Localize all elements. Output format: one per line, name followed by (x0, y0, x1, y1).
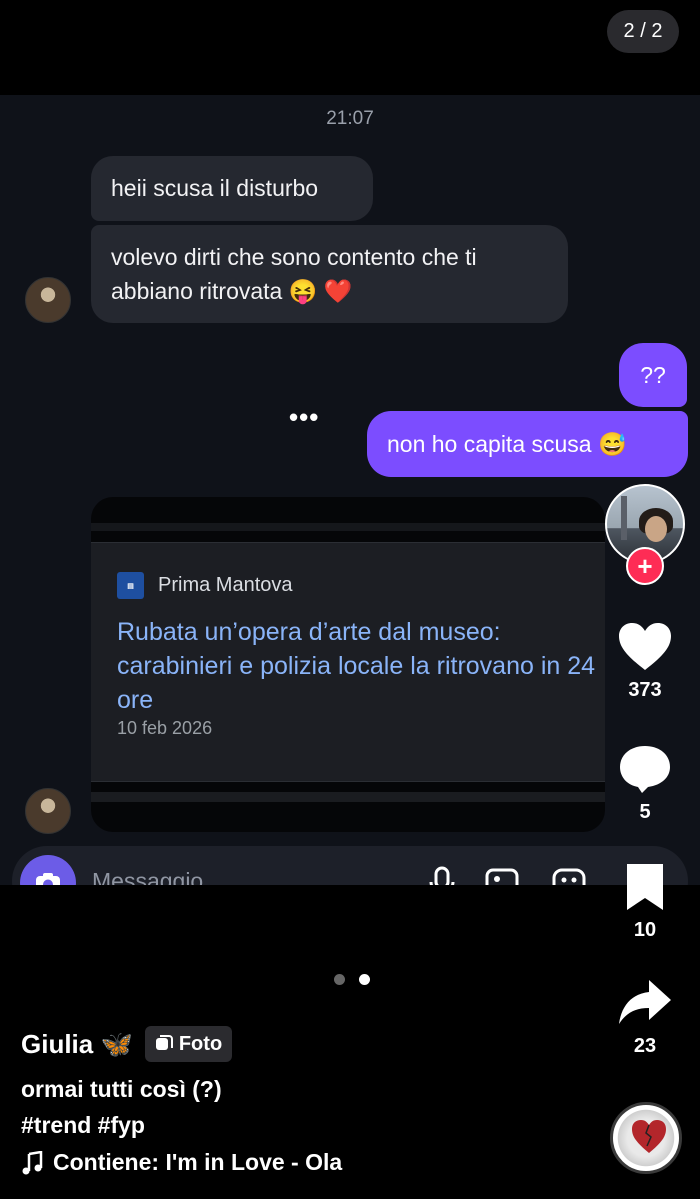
sender-avatar (25, 788, 71, 834)
bookmark-icon (627, 864, 663, 910)
share-arrow-icon (619, 980, 671, 1024)
news-source-row: ▤ Prima Mantova (117, 572, 293, 599)
broken-heart-icon (632, 1120, 666, 1153)
music-title: Contiene: I'm in Love - Ola (53, 1149, 343, 1175)
card-divider (91, 792, 605, 802)
outgoing-message: non ho capita scusa 😅 (367, 411, 688, 477)
music-row[interactable]: Contiene: I'm in Love - Ola (21, 1149, 342, 1176)
carousel-dot[interactable] (334, 974, 345, 985)
comment-button[interactable]: 5 (605, 744, 685, 824)
news-headline: Rubata un’opera d’arte dal museo: carabi… (117, 618, 596, 714)
outgoing-message: ?? (619, 343, 687, 407)
carousel-dot-active[interactable] (359, 974, 370, 985)
photo-badge-label: Foto (178, 1032, 223, 1055)
bookmark-button[interactable]: 10 (605, 862, 685, 942)
post-caption[interactable]: ormai tutti così (?) #trend #fyp (21, 1071, 222, 1143)
incoming-message: volevo dirti che sono contento che ti ab… (91, 225, 568, 323)
follow-plus-icon[interactable]: + (626, 547, 664, 585)
save-count: 10 (633, 919, 657, 941)
author-name[interactable]: Giulia 🦋 (21, 1029, 133, 1060)
photo-badge: Foto (144, 1026, 233, 1062)
shared-news-card: ▤ Prima Mantova Rubata un’opera d’arte d… (91, 497, 605, 832)
typing-indicator: ••• (289, 402, 320, 432)
share-button[interactable]: 23 (605, 978, 685, 1058)
share-count: 23 (633, 1035, 657, 1057)
carousel-indicator (334, 974, 370, 985)
chat-timestamp: 21:07 (326, 108, 374, 129)
comment-bubble-icon (620, 746, 670, 793)
comment-count: 5 (639, 801, 651, 823)
caption-text: ormai tutti così (?) (21, 1076, 222, 1102)
news-source-logo-icon: ▤ (117, 572, 144, 599)
sender-avatar (25, 277, 71, 323)
page-counter: 2 / 2 (607, 10, 679, 53)
incoming-message: heii scusa il disturbo (91, 156, 373, 221)
heart-icon (619, 623, 671, 670)
like-count: 373 (628, 679, 662, 701)
music-disc[interactable] (610, 1102, 682, 1174)
news-source-name: Prima Mantova (158, 574, 293, 596)
photo-stack-icon (155, 1035, 173, 1050)
news-preview: ▤ Prima Mantova Rubata un’opera d’arte d… (91, 523, 605, 782)
caption-hashtags[interactable]: #trend #fyp (21, 1107, 222, 1143)
author-row: Giulia 🦋 Foto (21, 1026, 233, 1062)
creator-avatar[interactable]: + (605, 484, 685, 585)
like-button[interactable]: 373 (605, 622, 685, 702)
news-date: 10 feb 2026 (117, 718, 213, 738)
music-note-icon (22, 1150, 43, 1174)
